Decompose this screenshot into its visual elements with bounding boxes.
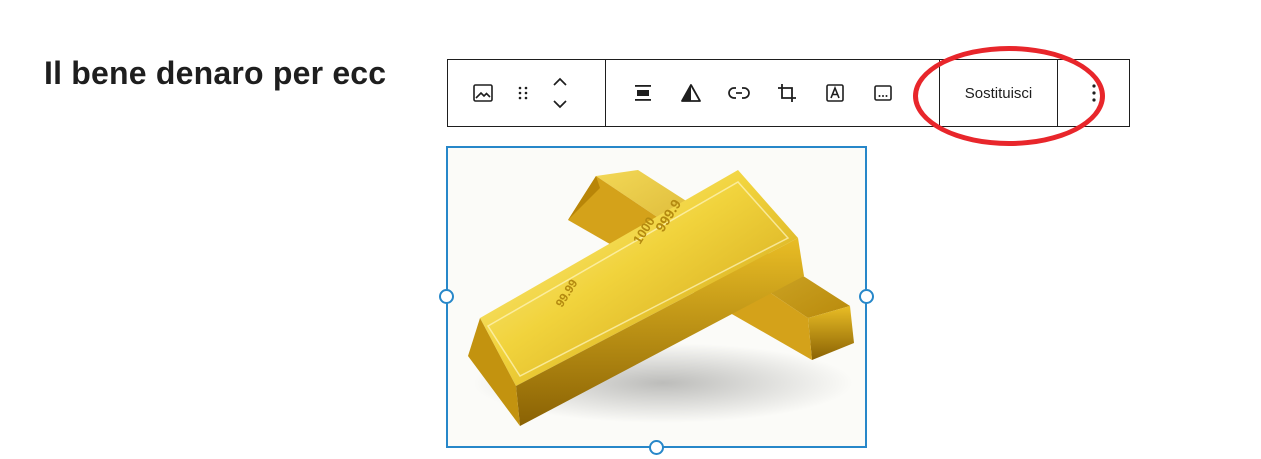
resize-handle-left[interactable] — [439, 289, 454, 304]
toolbar-group-replace: Sostituisci — [940, 60, 1058, 126]
toolbar-group-tools — [606, 60, 940, 126]
post-heading[interactable]: Il bene denaro per ecc — [44, 55, 386, 92]
align-icon[interactable] — [630, 80, 656, 106]
alt-text-icon[interactable] — [870, 80, 896, 106]
block-toolbar: Sostituisci — [447, 59, 1130, 127]
selected-image-block[interactable]: 999.9 1000 99.99 — [439, 146, 874, 455]
toolbar-group-more — [1058, 60, 1129, 126]
gold-bars-image: 999.9 1000 99.99 — [448, 148, 865, 446]
image-block-icon[interactable] — [470, 80, 496, 106]
crop-icon[interactable] — [774, 80, 800, 106]
link-icon[interactable] — [726, 80, 752, 106]
resize-handle-bottom[interactable] — [649, 440, 664, 455]
move-down-icon[interactable] — [550, 96, 570, 114]
move-up-icon[interactable] — [550, 72, 570, 90]
editor-canvas: Il bene denaro per ecc Sostituisci 999.9… — [0, 0, 1261, 459]
duotone-filter-icon[interactable] — [678, 80, 704, 106]
resize-handle-right[interactable] — [859, 289, 874, 304]
block-mover — [550, 70, 570, 116]
toolbar-group-block — [448, 60, 606, 126]
drag-handle-icon[interactable] — [510, 80, 536, 106]
text-overlay-icon[interactable] — [822, 80, 848, 106]
more-vertical-icon[interactable] — [1081, 80, 1107, 106]
replace-button[interactable]: Sostituisci — [965, 85, 1033, 102]
